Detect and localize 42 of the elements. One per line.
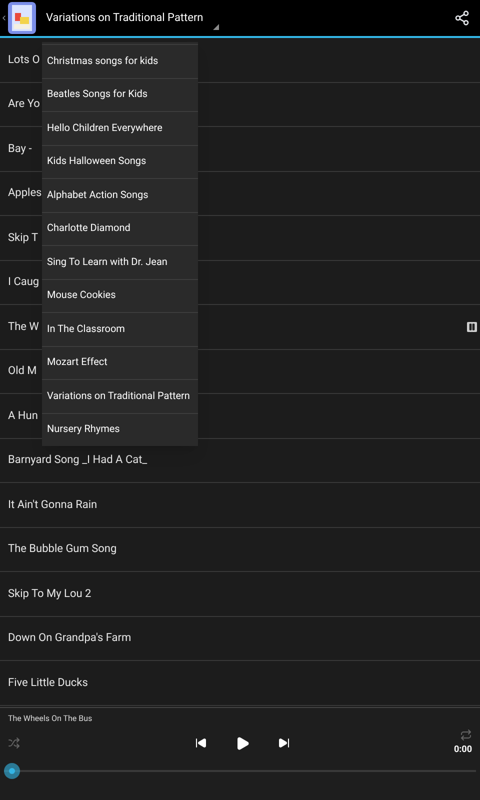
song-title: I Caug	[8, 274, 40, 290]
next-icon[interactable]	[278, 737, 290, 750]
dropdown-item[interactable]: Alphabet Action Songs	[42, 178, 198, 212]
dropdown-item[interactable]: Hello Children Everywhere	[42, 111, 198, 144]
song-title: Apples	[8, 185, 42, 201]
shuffle-icon[interactable]	[8, 737, 20, 750]
dropdown-item[interactable]: Mozart Effect	[42, 346, 198, 379]
dropdown-item[interactable]: Mouse Cookies	[42, 278, 198, 312]
song-row[interactable]: The Bubble Gum Song	[0, 528, 480, 572]
song-row[interactable]: Down On Grandpa's Farm	[0, 616, 480, 661]
song-title: The W	[8, 318, 39, 334]
song-title: A Hun	[8, 408, 38, 424]
song-title: Old M	[8, 363, 37, 379]
play-icon[interactable]	[235, 736, 250, 751]
dropdown-item[interactable]: Variations on Traditional Pattern	[42, 379, 198, 412]
song-row[interactable]: Barnyard Song _I Had A Cat_	[0, 438, 480, 483]
share-icon[interactable]	[454, 10, 470, 26]
song-title: Lots O	[8, 52, 40, 68]
song-title: Skip To My Lou 2	[8, 586, 92, 602]
song-title: Are Yo	[8, 96, 40, 112]
dropdown-item[interactable]: Beatles Songs for Kids	[42, 78, 198, 111]
dropdown-item[interactable]: Sing To Learn with Dr. Jean	[42, 245, 198, 278]
song-title: Down On Grandpa's Farm	[8, 630, 132, 646]
playlist-spinner[interactable]: Variations on Traditional Pattern	[46, 10, 214, 26]
now-playing-title: The Wheels On The Bus	[8, 713, 94, 725]
dropdown-item[interactable]: In The Classroom	[42, 312, 198, 346]
dropdown-item[interactable]: Kids Halloween Songs	[42, 144, 198, 178]
dropdown-item[interactable]: Nursery Rhymes	[42, 412, 198, 446]
pause-icon[interactable]	[467, 322, 477, 332]
previous-icon[interactable]	[195, 737, 208, 750]
song-title: It Ain't Gonna Rain	[8, 496, 98, 512]
song-title: The Bubble Gum Song	[8, 541, 117, 557]
spinner-corner-icon	[213, 24, 220, 30]
app-logo-icon[interactable]	[8, 2, 36, 34]
song-title: Skip T	[8, 230, 38, 246]
dropdown-item[interactable]: Charlotte Diamond	[42, 212, 198, 245]
song-title: Five Little Ducks	[8, 674, 88, 690]
song-title: Bay -	[8, 140, 32, 156]
song-title: Barnyard Song _I Had A Cat_	[8, 452, 148, 468]
time-label: 0:00	[454, 744, 472, 757]
dropdown-item[interactable]: Christmas songs for kids	[42, 44, 198, 78]
repeat-icon[interactable]	[460, 729, 472, 741]
